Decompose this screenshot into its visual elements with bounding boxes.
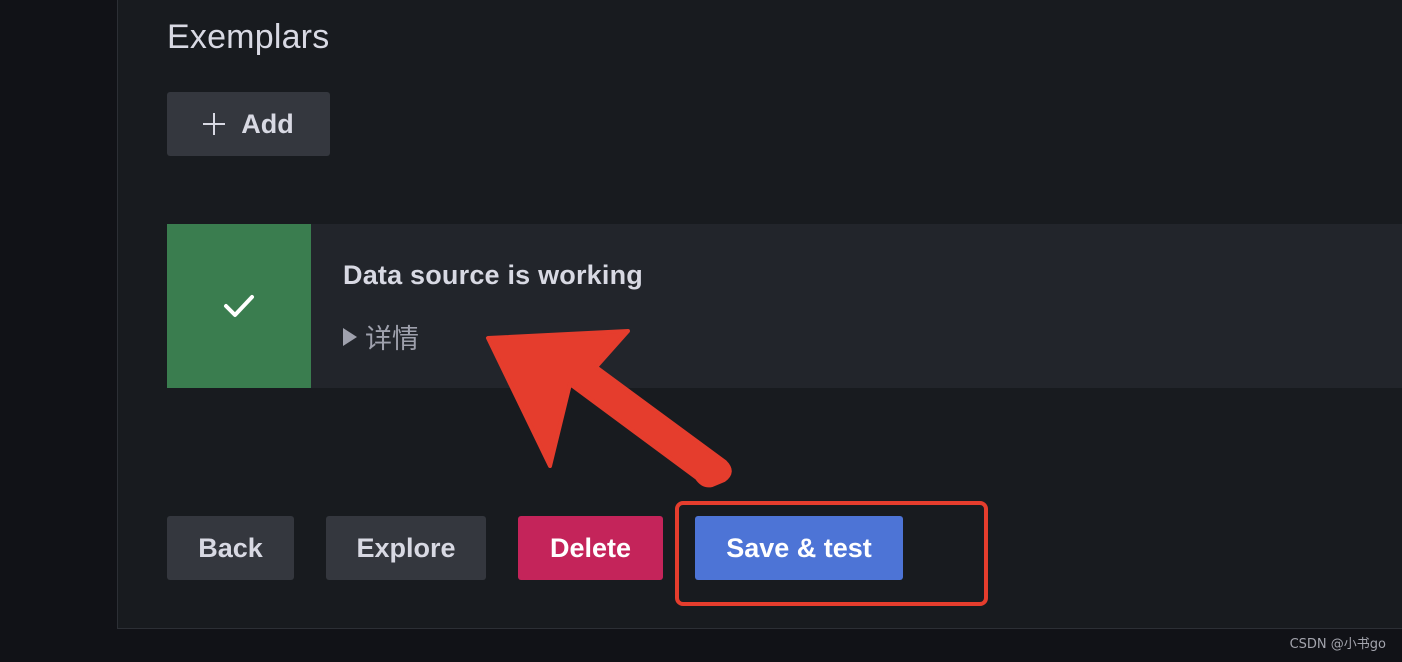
left-rail: [0, 0, 117, 662]
plus-icon: [203, 113, 226, 135]
datasource-status-alert: Data source is working 详情: [167, 224, 1402, 388]
triangle-right-icon: [343, 327, 357, 346]
save-and-test-button[interactable]: Save & test: [695, 516, 903, 580]
explore-button[interactable]: Explore: [326, 516, 486, 580]
exemplars-heading: Exemplars: [167, 18, 330, 56]
alert-body: Data source is working 详情: [311, 224, 643, 388]
watermark: CSDN @小书go: [1289, 637, 1386, 652]
datasource-settings-panel: Exemplars Add Data source is working 详情 …: [117, 0, 1402, 629]
add-button-label: Add: [241, 108, 294, 139]
delete-button[interactable]: Delete: [518, 516, 663, 580]
alert-details-label: 详情: [365, 324, 419, 354]
alert-title: Data source is working: [343, 260, 643, 290]
page: Exemplars Add Data source is working 详情 …: [0, 0, 1402, 662]
add-exemplar-button[interactable]: Add: [167, 92, 330, 156]
alert-details-toggle[interactable]: 详情: [343, 317, 643, 356]
checkmark-icon: [224, 295, 254, 317]
back-button[interactable]: Back: [167, 516, 294, 580]
success-status-box: [167, 224, 311, 388]
